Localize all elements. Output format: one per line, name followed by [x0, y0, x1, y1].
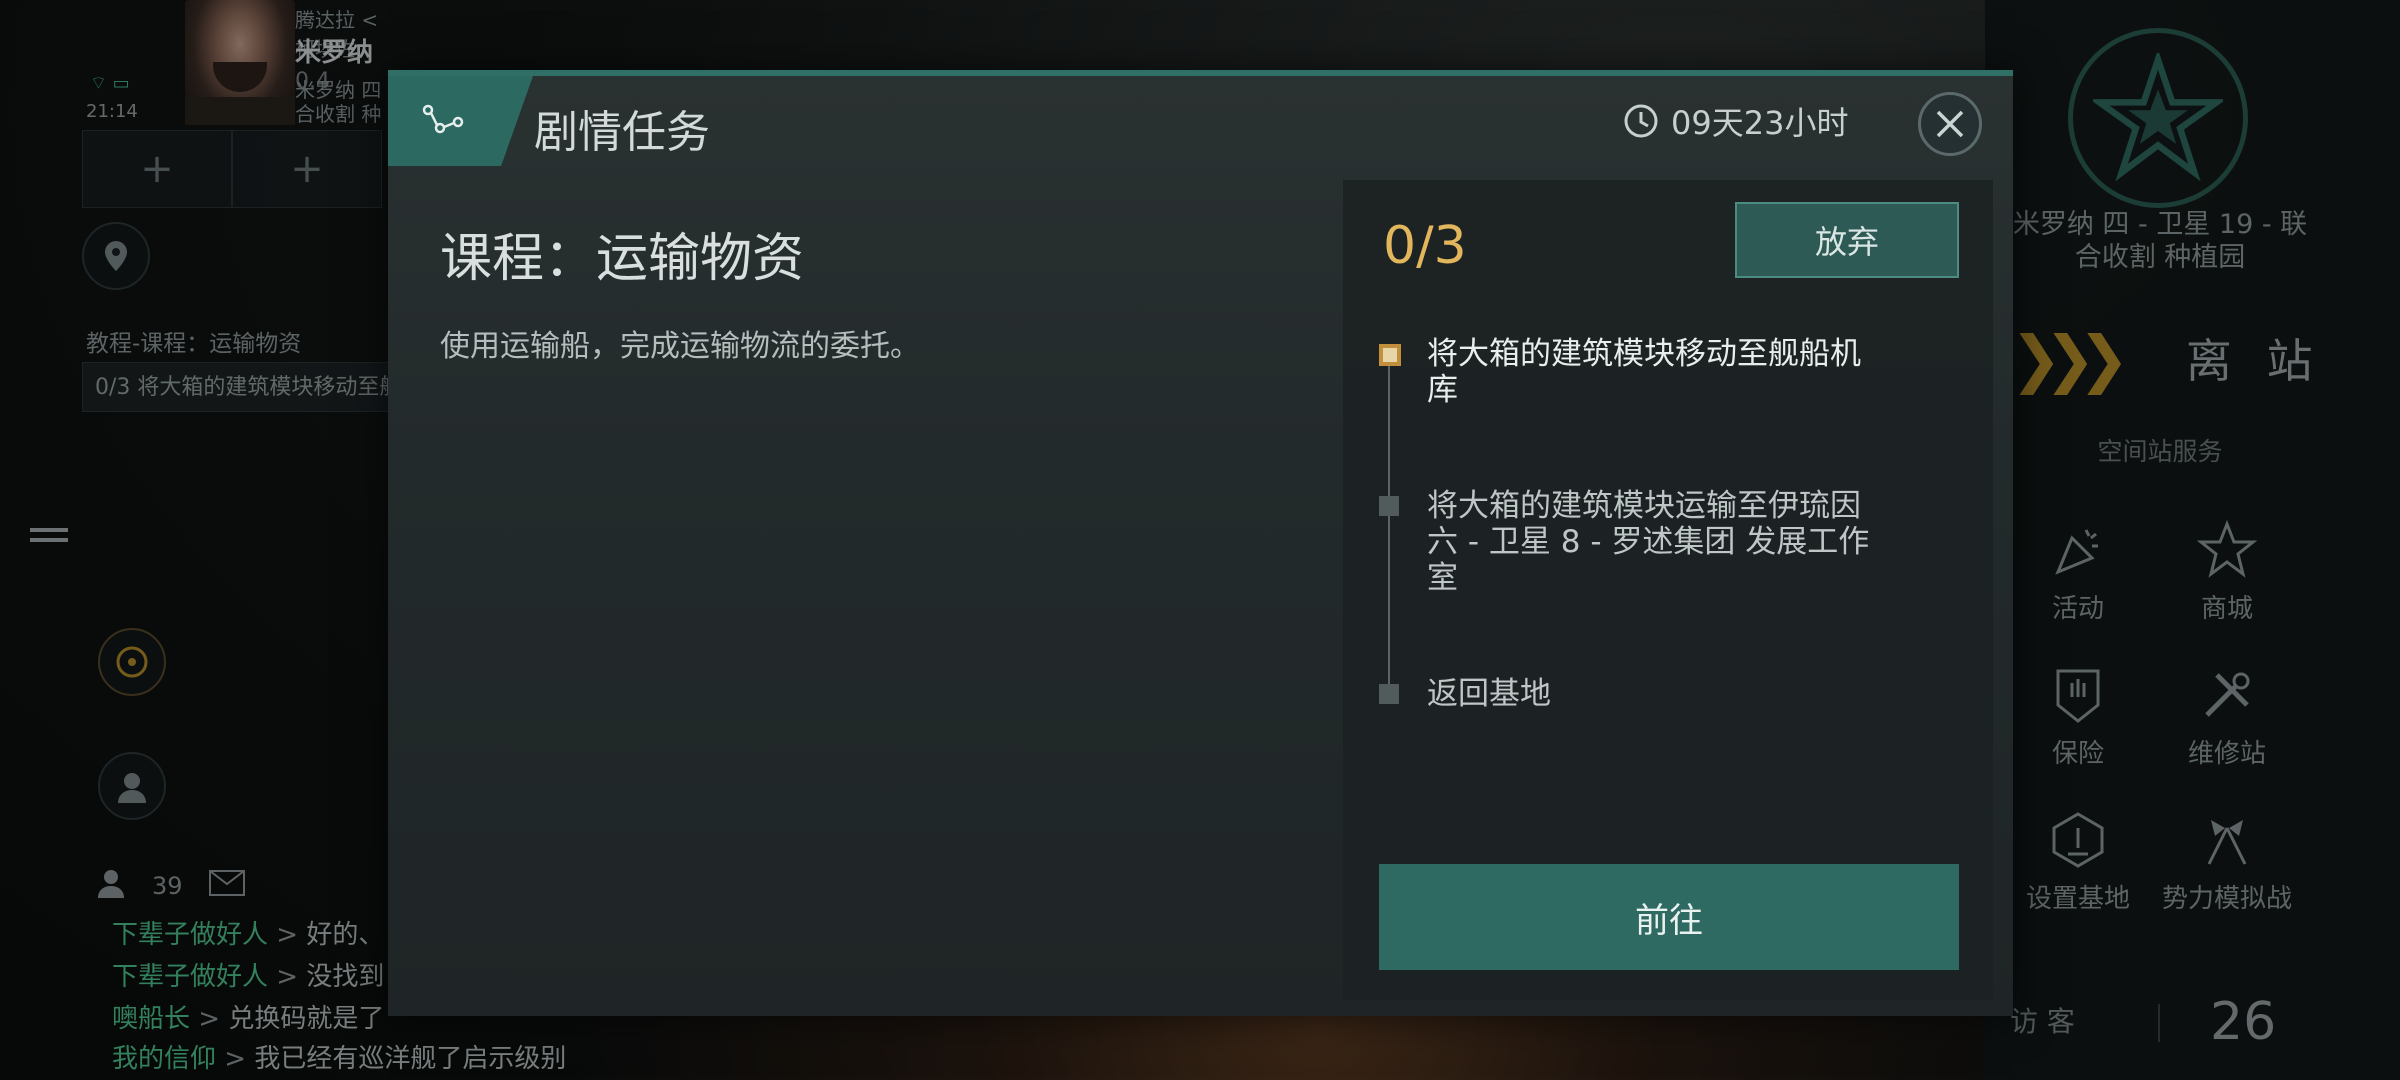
- close-button[interactable]: [1918, 92, 1982, 156]
- progress-counter: 0/3: [1383, 216, 1467, 276]
- quest-description: 使用运输船，完成运输物流的委托。: [440, 329, 920, 364]
- close-icon: [1936, 110, 1964, 138]
- mission-network-icon: [422, 104, 464, 134]
- steps-connector: [1388, 350, 1390, 690]
- go-to-button[interactable]: 前往: [1379, 864, 1959, 970]
- story-mission-dialog: 剧情任务 09天23小时 课程：运输物资 使用运输船，完成运输物流的委托。 0/…: [388, 70, 2013, 1016]
- objectives-panel: 0/3 放弃 将大箱的建筑模块移动至舰船机库 将大箱的建筑模块运输至伊琉因六 -…: [1343, 180, 1993, 1000]
- dialog-title: 剧情任务: [534, 107, 710, 158]
- clock-icon: [1624, 104, 1658, 138]
- dialog-header: 剧情任务 09天23小时: [388, 76, 2013, 166]
- abandon-button[interactable]: 放弃: [1735, 202, 1959, 278]
- mission-timer: 09天23小时: [1623, 98, 1848, 144]
- step-marker-active: [1379, 344, 1401, 366]
- quest-title: 课程：运输物资: [440, 229, 805, 289]
- step-marker: [1379, 684, 1399, 704]
- step-marker: [1379, 496, 1399, 516]
